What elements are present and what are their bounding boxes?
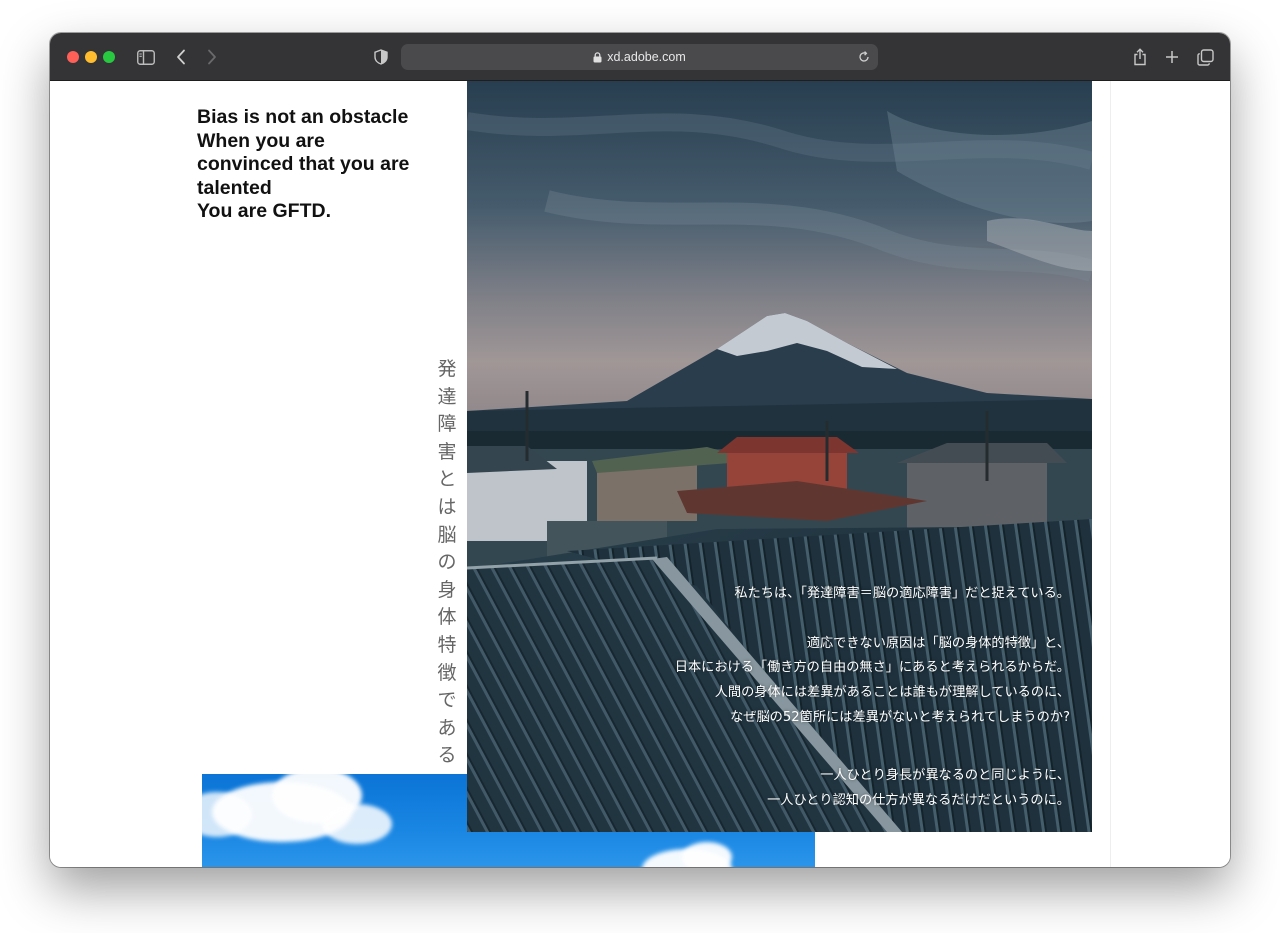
reload-icon[interactable] [856,49,872,65]
vertical-char: で [437,689,457,712]
vertical-char: る [437,744,457,767]
manifesto-line: 一人ひとり認知の仕方が異なるだけだというのに。 [767,792,1070,808]
headline-line: Bias is not an obstacle [197,106,409,128]
zoom-window-button[interactable] [103,51,115,63]
manifesto-line: 適応できない原因は「脳の身体的特徴」と、 [806,635,1070,651]
headline-line: talented [197,176,272,199]
page-divider [1110,81,1111,867]
minimize-window-button[interactable] [85,51,97,63]
lock-icon [593,51,602,63]
vertical-char: は [437,495,457,518]
tab-overview-icon[interactable] [1193,45,1217,69]
vertical-char: 脳 [437,523,457,546]
vertical-char: 徴 [437,661,457,684]
vertical-char: と [437,468,457,491]
vertical-char: あ [437,716,457,739]
manifesto-line: 一人ひとり身長が異なるのと同じように、 [820,767,1070,783]
mount-fuji-rooftops-photo: 私たちは、「発達障害＝脳の適応障害」だと捉えている。 適応できない原因は「脳の身… [467,81,1092,832]
manifesto-line: なぜ脳の52箇所には差異がないと考えられてしまうのか? [730,709,1070,725]
manifesto-line: 私たちは、「発達障害＝脳の適応障害」だと捉えている。 [734,586,1070,601]
page-content: Bias is not an obstacle When you are con… [50,81,1230,867]
manifesto-line: 日本における「働き方の自由の無さ」にあると考えられるからだ。 [674,660,1070,676]
browser-toolbar: xd.adobe.com [50,33,1230,81]
share-icon[interactable] [1128,45,1152,69]
vertical-char: 体 [437,606,457,629]
browser-window: xd.adobe.com Bias is not an obstacle Whe… [50,33,1230,867]
url-text: xd.adobe.com [607,50,686,64]
manifesto-line: 人間の身体には差異があることは誰もが理解しているのに、 [714,685,1070,701]
vertical-char: 身 [437,578,457,601]
plus-icon[interactable] [1160,45,1184,69]
vertical-char: の [437,551,457,574]
chevron-right-icon[interactable] [200,45,224,69]
vertical-char: 達 [437,385,457,408]
address-bar[interactable]: xd.adobe.com [401,44,878,70]
vertical-tagline: 発 達 障 害 と は 脳 の 身 体 特 徴 で あ る [434,356,460,770]
chevron-left-icon[interactable] [169,45,193,69]
headline-line: You are GFTD. [197,200,331,223]
vertical-char: 害 [437,440,457,463]
headline-line: convinced that you are [197,153,410,176]
page-headline: Bias is not an obstacle When you are con… [197,106,437,224]
close-window-button[interactable] [67,51,79,63]
vertical-char: 特 [437,633,457,656]
headline-line: When you are [197,129,325,152]
sidebar-icon[interactable] [134,45,158,69]
manifesto-text: 私たちは、「発達障害＝脳の適応障害」だと捉えている。 適応できない原因は「脳の身… [600,582,1070,813]
vertical-char: 障 [437,413,457,436]
shield-icon[interactable] [369,45,393,69]
vertical-char: 発 [437,358,457,380]
